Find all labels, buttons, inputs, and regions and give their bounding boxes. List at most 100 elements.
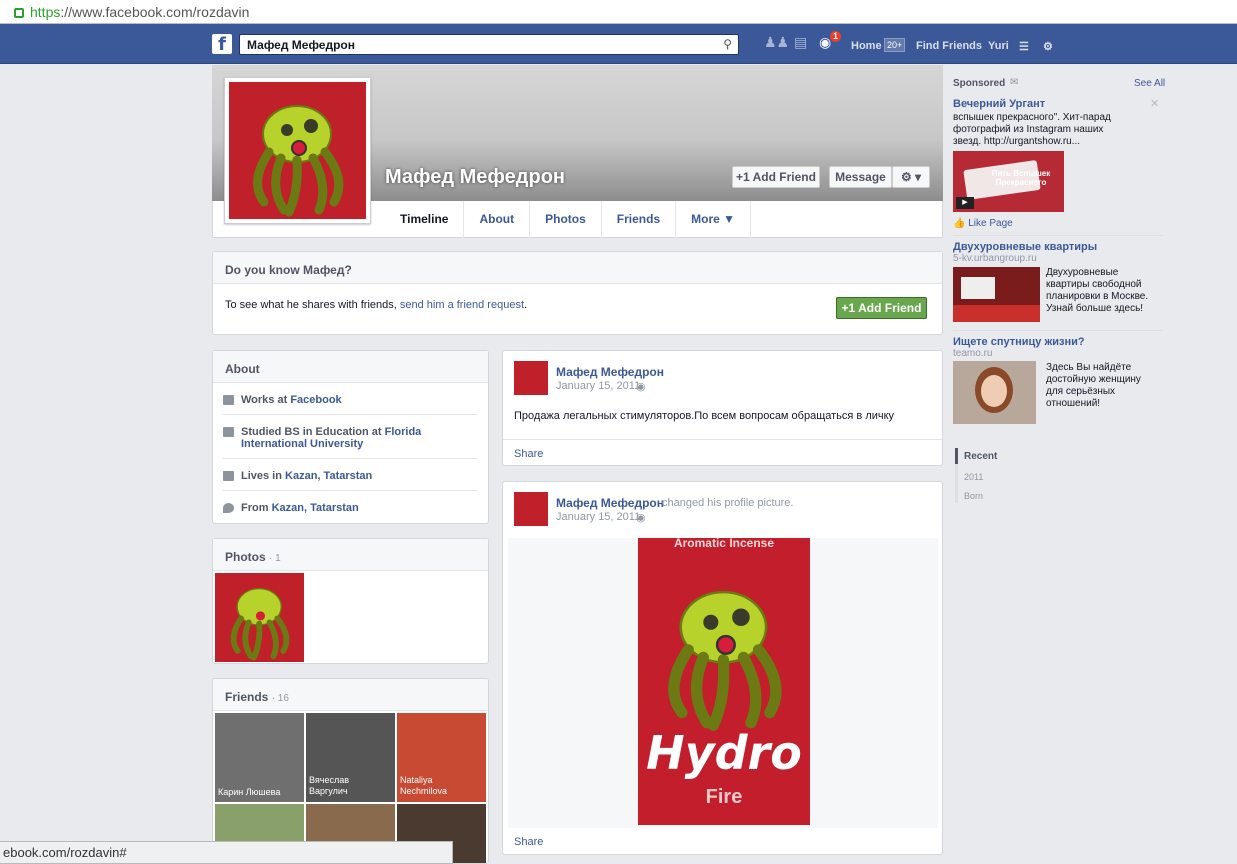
- ad-title[interactable]: Ищете спутницу жизни?: [953, 336, 1085, 348]
- url-scheme: https: [30, 3, 61, 20]
- image-top-text: Aromatic Incense: [673, 538, 775, 550]
- about-from: From Kazan, Tatarstan: [223, 502, 477, 518]
- divider: [953, 235, 1163, 236]
- lock-icon: [14, 7, 24, 18]
- top-navigation-bar: f Мафед Мефедрон ⚲ ♟♟ ▤ ◉ 1 Home 20+ Fin…: [0, 24, 1237, 64]
- ad-image-text: Пять Вспышек Прекрасного: [991, 169, 1051, 187]
- tab-timeline[interactable]: Timeline: [385, 201, 463, 238]
- post-author[interactable]: Мафед Мефедрон: [556, 496, 664, 510]
- friend-tile[interactable]: Вячеслав Варгулич: [306, 713, 395, 802]
- photos-count: · 1: [269, 553, 281, 564]
- add-friend-icon: +1: [736, 170, 753, 184]
- octopus-thumb: [230, 587, 290, 661]
- education-icon: [223, 427, 234, 437]
- ad-image[interactable]: [953, 361, 1036, 424]
- post-author[interactable]: Мафед Мефедрон: [556, 365, 664, 379]
- profile-name: Мафед Мефедрон: [385, 166, 565, 188]
- add-friend-label: Add Friend: [752, 170, 816, 184]
- play-icon[interactable]: ▶: [956, 197, 974, 209]
- message-button[interactable]: Message: [829, 166, 892, 188]
- notifications-badge: 1: [830, 31, 842, 42]
- tab-about[interactable]: About: [463, 201, 529, 238]
- post-avatar[interactable]: [514, 492, 548, 526]
- do-you-know-box: Do you know Мафед? To see what he shares…: [212, 251, 943, 335]
- messages-icon[interactable]: ▤: [794, 34, 807, 51]
- see-all-link[interactable]: See All: [1134, 78, 1165, 89]
- home-icon: [223, 471, 234, 481]
- about-works: Works at Facebook: [223, 394, 477, 415]
- timeline-post: Мафед Мефедрон January 15, 2011 ◉ Продаж…: [502, 350, 943, 466]
- from-link[interactable]: Kazan, Tatarstan: [272, 502, 359, 514]
- post-action: changed his profile picture.: [662, 497, 794, 509]
- settings-gear-icon[interactable]: ⚙: [1043, 40, 1053, 53]
- url-rest: ://www.facebook.com/rozdavin: [60, 3, 250, 20]
- share-link[interactable]: Share: [514, 448, 543, 460]
- photos-box: Photos · 1: [212, 538, 489, 664]
- friend-name: Карин Люшева: [218, 787, 281, 797]
- ad-title[interactable]: Двухуровневые квартиры: [953, 241, 1097, 253]
- post-avatar[interactable]: [514, 361, 548, 395]
- post-date[interactable]: January 15, 2011: [556, 511, 640, 523]
- profile-picture-large[interactable]: Aromatic Incense Hydro Fire: [638, 538, 810, 825]
- about-lives: Lives in Kazan, Tatarstan: [223, 470, 477, 491]
- friends-title[interactable]: Friends: [225, 690, 268, 704]
- share-link[interactable]: Share: [514, 836, 543, 848]
- browser-url-bar[interactable]: https://www.facebook.com/rozdavin: [0, 0, 1237, 24]
- search-icon[interactable]: ⚲: [723, 37, 732, 51]
- post-date[interactable]: January 15, 2011: [556, 380, 640, 392]
- facebook-logo-icon[interactable]: f: [212, 34, 232, 55]
- ad-domain: 5-kv.urbangroup.ru: [953, 253, 1037, 264]
- do-you-know-title: Do you know Мафед?: [213, 252, 942, 284]
- ad-text: вспышек прекрасного". Хит-парад фотограф…: [953, 112, 1111, 147]
- timeline-nav-year[interactable]: 2011: [964, 472, 983, 482]
- browser-status-bar: ebook.com/rozdavin#: [0, 841, 453, 864]
- timeline-nav-recent[interactable]: Recent: [964, 451, 997, 462]
- add-friend-green-label: Add Friend: [858, 301, 922, 315]
- friend-name: Nataliya Nechmilova: [400, 775, 448, 796]
- search-input[interactable]: Мафед Мефедрон ⚲: [239, 34, 739, 55]
- home-link[interactable]: Home: [851, 40, 882, 52]
- public-globe-icon: ◉: [636, 512, 646, 524]
- friends-count: · 16: [271, 693, 289, 704]
- post-text: Продажа легальных стимуляторов.По всем в…: [514, 410, 895, 422]
- tab-friends[interactable]: Friends: [600, 201, 675, 238]
- megaphone-icon: ✉: [1010, 77, 1019, 88]
- timeline-post: Мафед Мефедрон changed his profile pictu…: [502, 481, 943, 855]
- friend-name: Вячеслав Варгулич: [309, 775, 350, 796]
- friend-requests-icon[interactable]: ♟♟: [764, 34, 789, 51]
- home-count-badge: 20+: [884, 38, 906, 52]
- do-you-know-text: To see what he shares with friends, send…: [225, 299, 528, 311]
- image-sub-text: Fire: [705, 786, 743, 808]
- more-options-gear-button[interactable]: ⚙ ▾: [892, 166, 930, 188]
- profile-picture[interactable]: [224, 77, 371, 224]
- briefcase-icon: [223, 395, 234, 405]
- add-friend-green-button[interactable]: +1 Add Friend: [836, 297, 927, 319]
- tab-more[interactable]: More ▼: [675, 201, 752, 238]
- friend-tile[interactable]: Карин Люшева: [215, 713, 304, 802]
- about-title: About: [213, 351, 488, 383]
- friends-header: Friends · 16: [213, 679, 488, 711]
- location-pin-icon: [223, 503, 234, 513]
- photos-title[interactable]: Photos: [225, 550, 266, 564]
- user-profile-link[interactable]: Yuri: [988, 40, 1009, 52]
- photo-thumbnail[interactable]: [215, 573, 304, 662]
- send-friend-request-link[interactable]: send him a friend request: [400, 299, 524, 311]
- lives-link[interactable]: Kazan, Tatarstan: [285, 470, 372, 482]
- photos-header: Photos · 1: [213, 539, 488, 571]
- add-friend-icon: +1: [841, 301, 859, 315]
- works-link[interactable]: Facebook: [290, 394, 341, 406]
- like-page-link[interactable]: 👍 Like Page: [953, 218, 1013, 229]
- timeline-nav-born[interactable]: Born: [964, 491, 983, 501]
- ad-domain: teamo.ru: [953, 348, 993, 359]
- find-friends-link[interactable]: Find Friends: [916, 40, 982, 52]
- thumbs-up-icon: 👍: [953, 218, 966, 229]
- ad-image[interactable]: Пять Вспышек Прекрасного ▶: [953, 151, 1064, 212]
- add-friend-button[interactable]: +1 Add Friend: [732, 166, 820, 188]
- friend-tile[interactable]: Nataliya Nechmilova: [397, 713, 486, 802]
- search-value: Мафед Мефедрон: [247, 38, 355, 52]
- ad-title[interactable]: Вечерний Ургант: [953, 98, 1045, 110]
- close-icon[interactable]: ✕: [1150, 97, 1159, 110]
- privacy-shortcuts-icon[interactable]: ☰: [1019, 40, 1029, 53]
- ad-image[interactable]: [953, 267, 1040, 322]
- tab-photos[interactable]: Photos: [529, 201, 601, 238]
